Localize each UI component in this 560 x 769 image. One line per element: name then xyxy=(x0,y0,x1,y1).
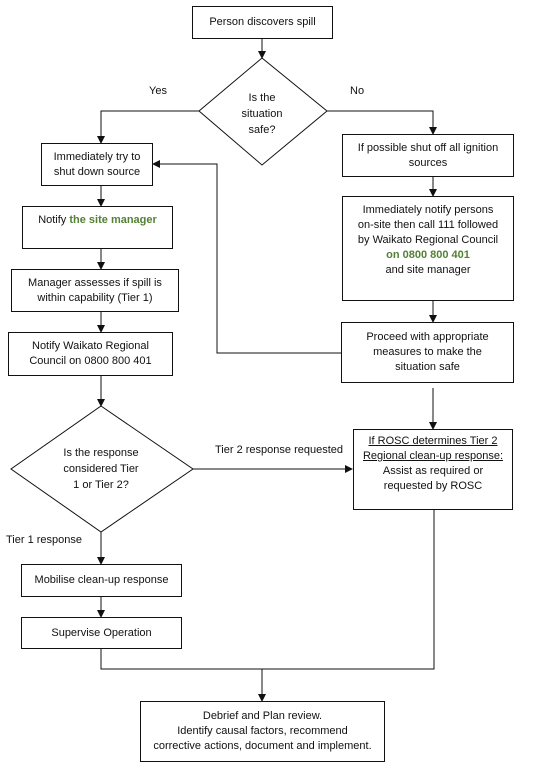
edge-label-tier2: Tier 2 response requested xyxy=(215,444,343,456)
node-text: Supervise Operation xyxy=(51,626,152,639)
node-start-text: Person discovers spill xyxy=(209,16,316,28)
node-shut-off-ignition: If possible shut off all ignition source… xyxy=(342,134,514,177)
node-start: Person discovers spill xyxy=(192,6,333,39)
node-line: Manager assesses if spill is xyxy=(28,276,162,289)
edge-loop-back xyxy=(152,160,341,354)
node-notify-site-manager: Notify the site manager xyxy=(22,206,173,249)
highlight-phone-number: on 0800 800 401 xyxy=(386,249,470,261)
edge-label-yes: Yes xyxy=(149,85,167,97)
decision-tier: Is the response considered Tier 1 or Tie… xyxy=(46,445,156,493)
node-line: situation safe xyxy=(395,361,460,373)
node-line: If possible shut off all ignition xyxy=(357,141,499,154)
node-notify-council: Notify Waikato Regional Council on 0800 … xyxy=(8,332,173,376)
highlight-site-manager: the site manager xyxy=(69,214,157,226)
node-line: shut down source xyxy=(53,165,141,178)
edge-label-tier1: Tier 1 response xyxy=(6,534,83,546)
node-line: corrective actions, document and impleme… xyxy=(153,740,372,752)
node-line: Debrief and Plan review. xyxy=(202,710,323,722)
node-debrief: Debrief and Plan review. Identify causal… xyxy=(140,701,385,762)
decision-safe-line: situation xyxy=(241,108,283,120)
edge-no xyxy=(327,110,437,135)
edge-yes xyxy=(97,110,199,144)
node-line: on-site then call 111 followed xyxy=(357,219,499,231)
node-line: Immediately notify persons xyxy=(362,204,494,216)
node-line: by Waikato Regional Council xyxy=(357,234,499,246)
node-line: and site manager xyxy=(385,264,471,276)
edge-label-no: No xyxy=(350,85,365,97)
node-line: Proceed with appropriate xyxy=(366,331,489,343)
node-text: Notify xyxy=(38,214,70,226)
node-line: Identify causal factors, recommend xyxy=(177,725,348,737)
node-line: Notify Waikato Regional xyxy=(32,340,149,352)
decision-tier-line: Is the response xyxy=(63,447,139,459)
node-line: Immediately try to xyxy=(53,150,141,163)
decision-safe-line: safe? xyxy=(248,124,276,134)
decision-tier-line: 1 or Tier 2? xyxy=(73,479,129,491)
rosc-heading: If ROSC determines Tier 2 xyxy=(368,435,498,447)
node-supervise: Supervise Operation xyxy=(21,617,182,649)
node-proceed-safe: Proceed with appropriate measures to mak… xyxy=(341,322,514,383)
node-line: sources xyxy=(408,156,448,169)
decision-safe: Is the situation safe? xyxy=(222,90,302,134)
node-line: requested by ROSC xyxy=(383,480,483,492)
node-mobilise: Mobilise clean-up response xyxy=(21,564,182,597)
rosc-heading: Regional clean-up response: xyxy=(362,450,504,462)
node-line: Council on 0800 800 401 xyxy=(29,355,152,367)
node-rosc: If ROSC determines Tier 2 Regional clean… xyxy=(353,429,513,510)
decision-safe-line: Is the xyxy=(248,92,276,104)
node-line: measures to make the xyxy=(373,346,482,358)
node-shut-down-source: Immediately try to shut down source xyxy=(41,143,153,186)
node-line: Assist as required or xyxy=(382,465,484,477)
node-manager-assesses: Manager assesses if spill is within capa… xyxy=(11,269,179,312)
node-line: within capability (Tier 1) xyxy=(37,291,153,304)
node-notify-persons: Immediately notify persons on-site then … xyxy=(342,196,514,301)
decision-tier-line: considered Tier xyxy=(63,463,139,475)
node-text: Mobilise clean-up response xyxy=(34,574,169,586)
